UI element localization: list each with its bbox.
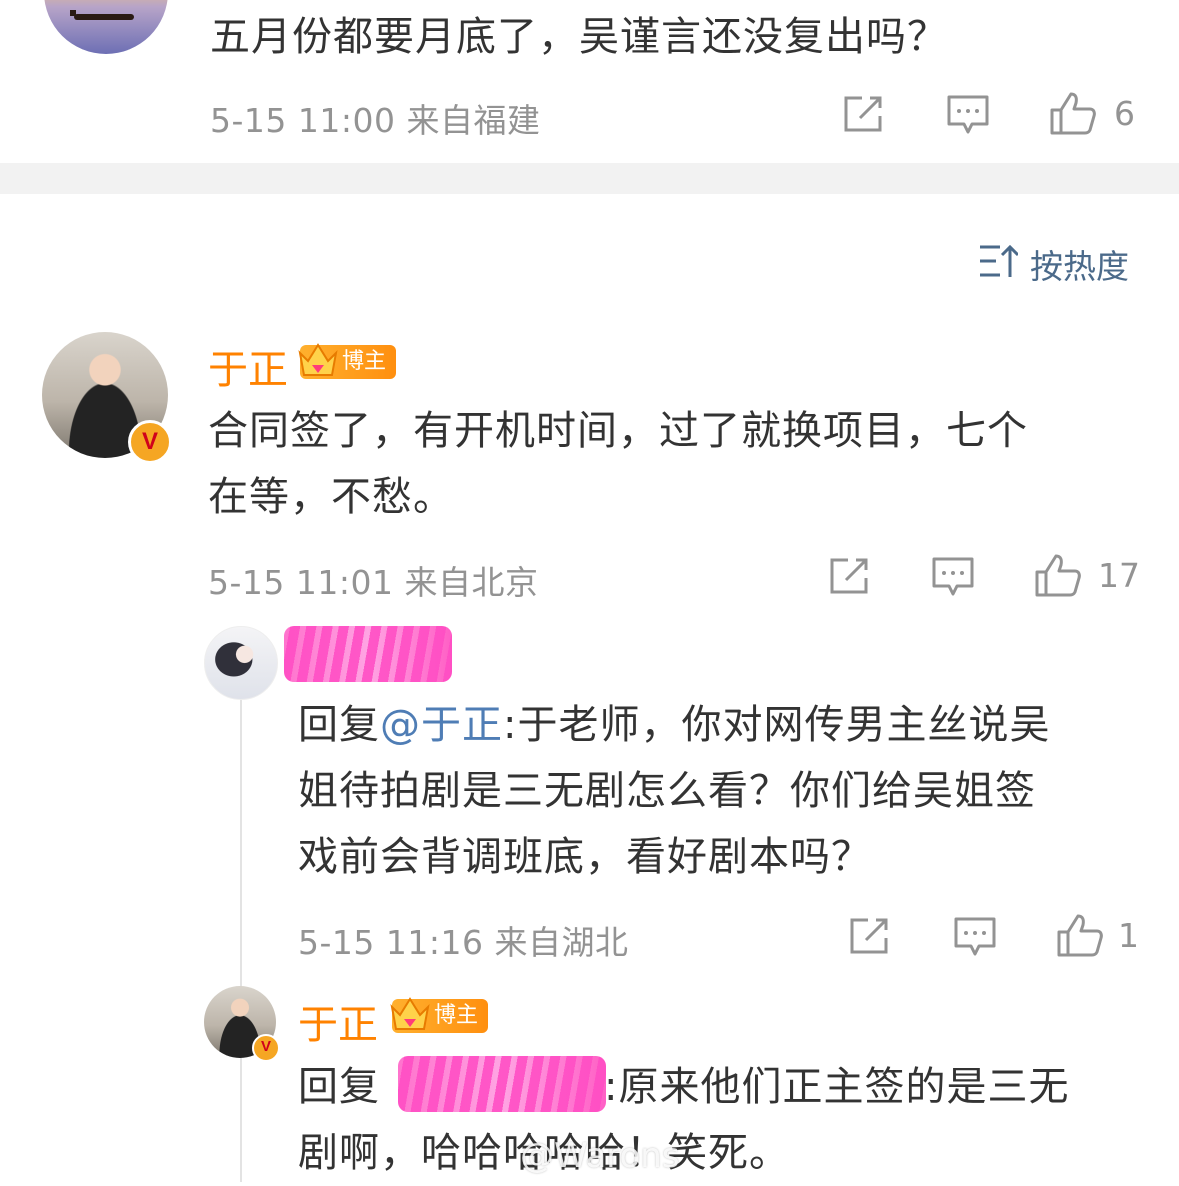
username[interactable]: 于正 [208, 337, 288, 395]
reply-text-line3: 戏前会背调班底，看好剧本吗？ [298, 834, 872, 880]
share-icon[interactable] [842, 94, 886, 134]
crown-icon [388, 993, 432, 1048]
badge-label: 博主 [434, 1003, 479, 1028]
reply-text-line1: 回复@于正:于老师，你对网传男主丝说吴 [298, 692, 1050, 758]
like-count: 1 [1118, 916, 1139, 955]
share-icon[interactable] [848, 916, 892, 956]
thumbs-up-icon[interactable] [1056, 912, 1104, 958]
avatar[interactable] [44, 0, 168, 54]
username[interactable]: 于正 [298, 992, 378, 1050]
redacted-username [398, 1056, 606, 1112]
comment-meta: 5-15 11:01 来自北京 [208, 563, 539, 602]
thumbs-up-icon[interactable] [1034, 552, 1082, 598]
avatar[interactable] [204, 626, 278, 700]
reply-prefix: 回复 [298, 702, 380, 748]
boat-silhouette-icon [70, 10, 134, 20]
reply-thread-line [240, 696, 242, 1182]
blogger-badge: 博主 [390, 997, 489, 1033]
sort-by-hot-button[interactable]: 按热度 [1030, 240, 1129, 288]
blogger-badge: 博主 [298, 343, 397, 379]
reply-text-line1: :原来他们正主签的是三无 [604, 1064, 1070, 1110]
like-count: 6 [1114, 94, 1135, 133]
share-icon[interactable] [828, 556, 872, 596]
reply-meta: 5-15 11:16 来自湖北 [298, 923, 629, 962]
mention-link[interactable]: @于正 [380, 702, 503, 748]
thumbs-up-icon[interactable] [1049, 90, 1097, 136]
watermark: @Warons [520, 1136, 680, 1176]
sort-icon[interactable] [978, 243, 1018, 279]
crown-icon [296, 339, 340, 394]
reply-prefix: 回复 [298, 1064, 380, 1110]
comment-icon[interactable] [946, 94, 990, 136]
badge-label: 博主 [342, 349, 387, 374]
reply-text: :于老师，你对网传男主丝说吴 [503, 702, 1051, 748]
comment-meta: 5-15 11:00 来自福建 [210, 101, 541, 140]
redacted-username [284, 626, 452, 682]
reply-text-line2: 姐待拍剧是三无剧怎么看？你们给吴姐签 [298, 768, 1036, 814]
verified-v-icon: V [252, 1034, 280, 1062]
comment-text: 五月份都要月底了，吴谨言还没复出吗？ [210, 14, 948, 60]
comment-text-line1: 合同签了，有开机时间，过了就换项目，七个 [208, 408, 1028, 454]
comment-icon[interactable] [953, 916, 997, 958]
section-separator [0, 163, 1179, 194]
comment-text-line2: 在等，不愁。 [208, 474, 454, 520]
like-count: 17 [1098, 556, 1140, 595]
verified-v-icon: V [128, 420, 172, 464]
comment-icon[interactable] [931, 556, 975, 598]
